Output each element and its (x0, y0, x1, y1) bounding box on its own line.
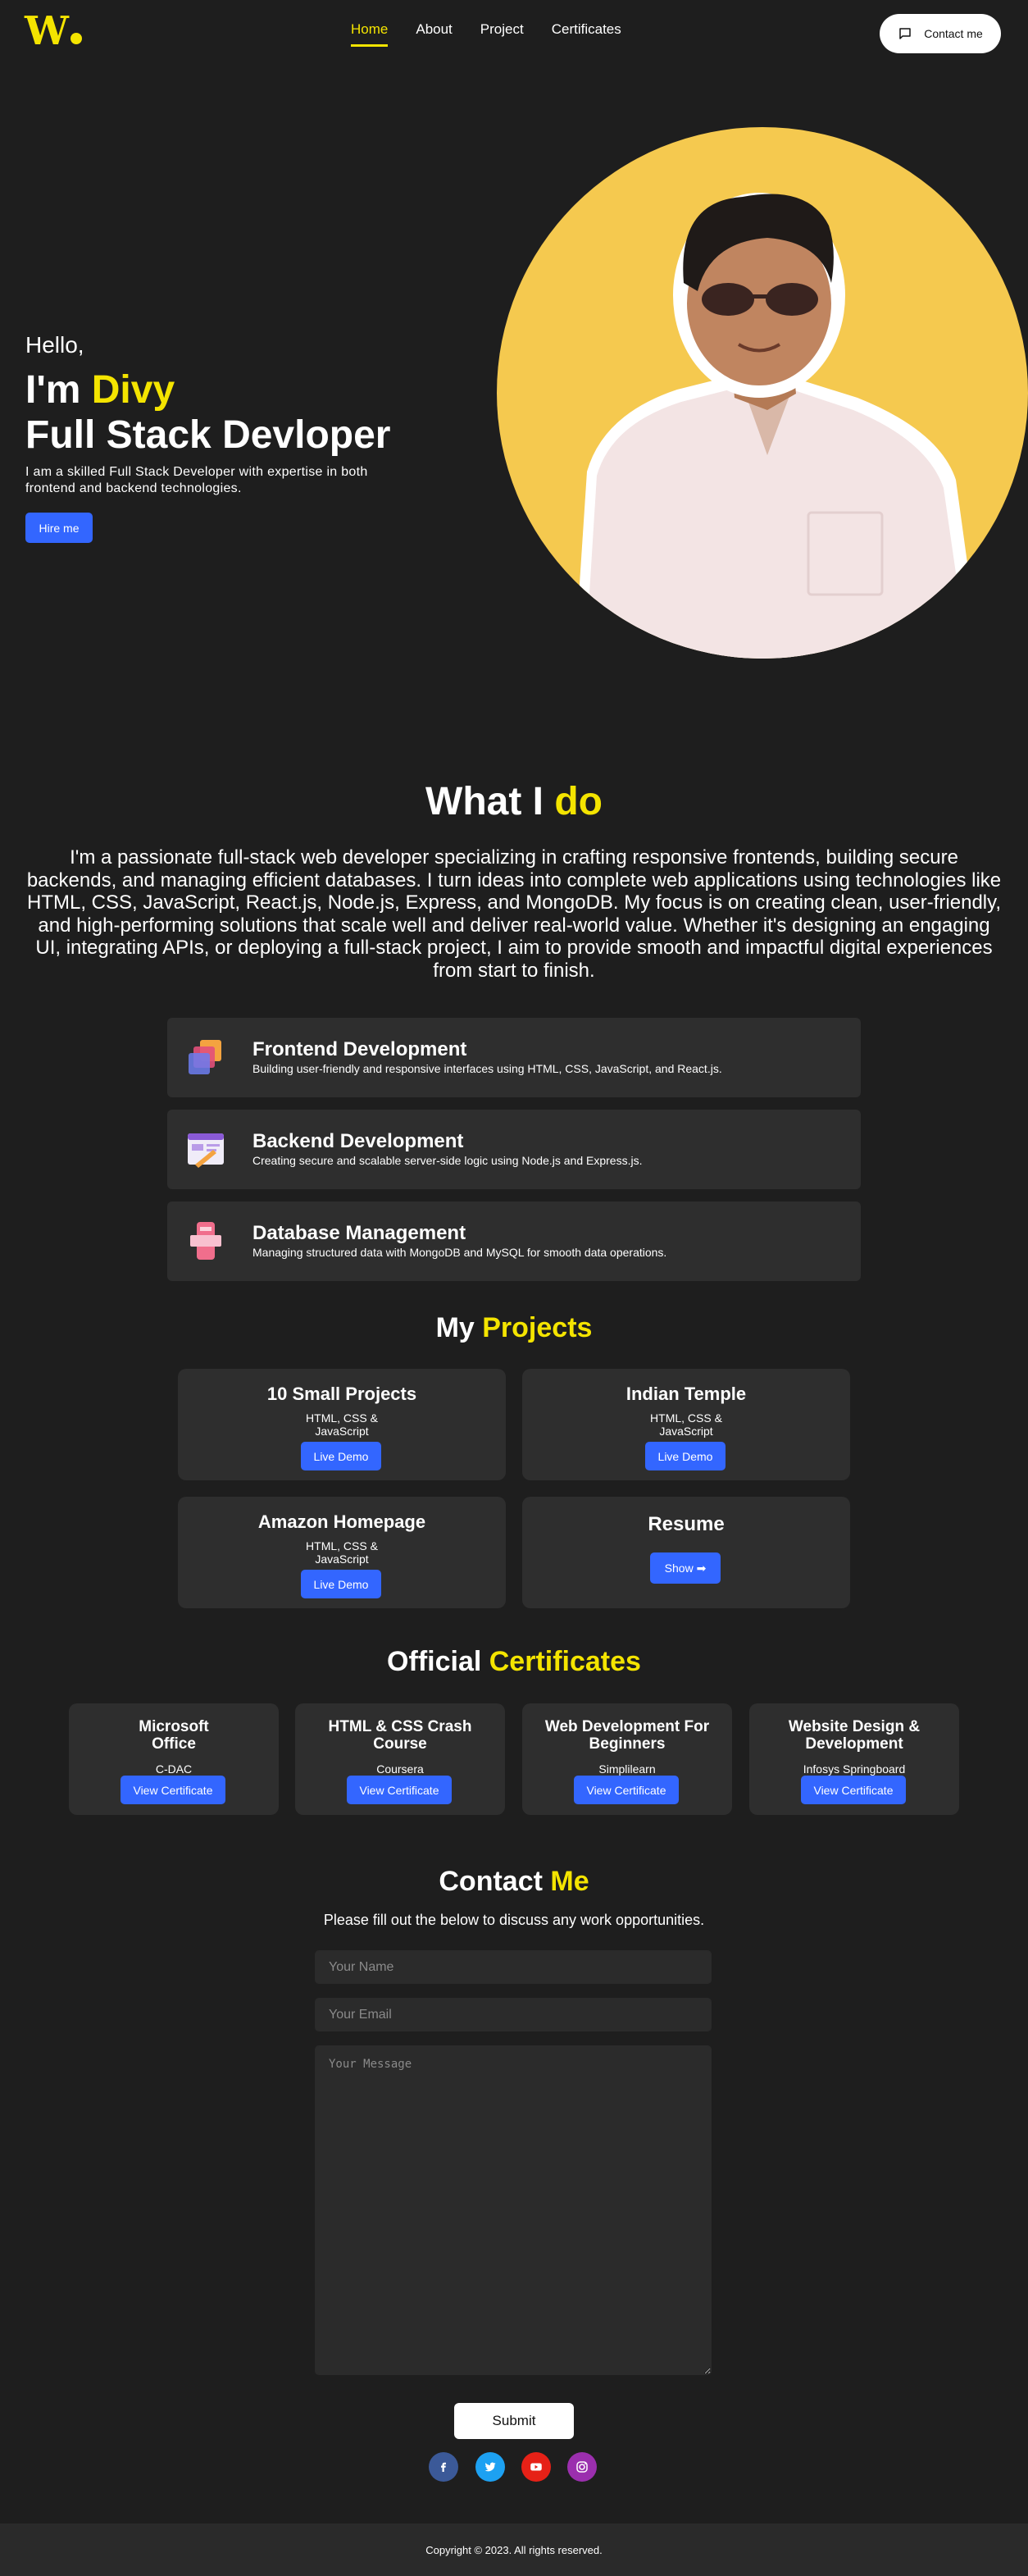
certificate-org: Simplilearn (598, 1762, 656, 1776)
projects-heading-b: Projects (482, 1312, 593, 1343)
projects-heading-a: My (435, 1312, 483, 1343)
certificates-heading-a: Official (387, 1646, 489, 1677)
contact-me-button[interactable]: Contact me (880, 14, 1001, 53)
what-i-do-heading-b: do (554, 780, 603, 823)
logo-dot (70, 33, 82, 44)
hero-name-line: I'm Divy (25, 367, 175, 413)
name-input[interactable] (315, 1950, 712, 1984)
view-certificate-button[interactable]: View Certificate (121, 1776, 225, 1804)
certificate-card: Web Development For Beginners Simplilear… (522, 1703, 732, 1815)
projects-heading: My Projects (0, 1312, 1028, 1344)
hire-me-button[interactable]: Hire me (25, 513, 93, 543)
project-tech: HTML, CSS & JavaScript (306, 1411, 378, 1438)
nav-certificates[interactable]: Certificates (552, 21, 621, 47)
service-title: Database Management (252, 1222, 466, 1244)
project-tech: HTML, CSS & JavaScript (650, 1411, 722, 1438)
certificate-title: Web Development For Beginners (544, 1718, 710, 1753)
hero-greeting: Hello, (25, 332, 84, 358)
hero-intro: I am a skilled Full Stack Developer with… (25, 465, 368, 495)
certificate-card: Microsoft Office C-DAC View Certificate (69, 1703, 279, 1815)
logo[interactable]: W (25, 11, 82, 51)
nav-home[interactable]: Home (351, 21, 389, 47)
certificates-heading: Official Certificates (0, 1646, 1028, 1678)
service-desc: Managing structured data with MongoDB an… (252, 1246, 667, 1259)
view-certificate-button[interactable]: View Certificate (574, 1776, 679, 1804)
project-card: Amazon Homepage HTML, CSS & JavaScript Li… (178, 1497, 506, 1608)
person-illustration (575, 193, 980, 659)
service-desc: Building user-friendly and responsive in… (252, 1062, 722, 1075)
database-icon (190, 1222, 221, 1260)
hero-role: Full Stack Devloper (25, 413, 391, 457)
copyright-text: Copyright © 2023. All rights reserved. (425, 2543, 603, 2556)
view-certificate-button[interactable]: View Certificate (801, 1776, 906, 1804)
chat-icon (899, 28, 911, 39)
hero-im-prefix: I'm (25, 368, 92, 412)
what-i-do-heading: What I do (0, 779, 1028, 824)
about-bio: I'm a passionate full-stack web develope… (26, 846, 1002, 982)
service-desc: Creating secure and scalable server-side… (252, 1154, 643, 1167)
message-input[interactable] (315, 2045, 712, 2375)
nav-about[interactable]: About (416, 21, 452, 47)
youtube-icon[interactable] (521, 2452, 551, 2482)
project-title: Amazon Homepage (257, 1511, 426, 1532)
certificate-title: HTML & CSS Crash Course (328, 1718, 472, 1753)
backend-icon (188, 1133, 224, 1168)
submit-button[interactable]: Submit (454, 2403, 574, 2439)
service-title: Frontend Development (252, 1038, 467, 1060)
certificate-card: Website Design & Development Infosys Spr… (749, 1703, 959, 1815)
certificate-org: Coursera (376, 1762, 424, 1776)
certificate-title: Microsoft Office (139, 1718, 209, 1753)
project-card: Indian Temple HTML, CSS & JavaScript Live… (522, 1369, 850, 1480)
certificates-heading-b: Certificates (489, 1646, 641, 1677)
email-input[interactable] (315, 1998, 712, 2031)
nav-project[interactable]: Project (480, 21, 524, 47)
project-title: Indian Temple (625, 1384, 747, 1404)
facebook-icon[interactable] (429, 2452, 458, 2482)
certificate-title: Website Design & Development (788, 1718, 921, 1753)
main-nav: Home About Project Certificates (351, 21, 649, 47)
service-title: Backend Development (252, 1130, 464, 1152)
what-i-do-heading-a: What I (425, 780, 555, 823)
project-tech: HTML, CSS & JavaScript (306, 1539, 378, 1566)
frontend-icon (189, 1040, 221, 1074)
certificate-org: Infosys Springboard (803, 1762, 906, 1776)
certificate-card: HTML & CSS Crash Course Coursera View Ce… (295, 1703, 505, 1815)
contact-subtitle: Please fill out the below to discuss any… (323, 1912, 705, 1928)
certificate-org: C-DAC (155, 1762, 193, 1776)
project-title: Resume (648, 1513, 725, 1535)
service-card-frontend: Frontend Development Building user-frien… (167, 1018, 861, 1097)
footer: Copyright © 2023. All rights reserved. (0, 2524, 1028, 2576)
twitter-icon[interactable] (475, 2452, 505, 2482)
hero-name: Divy (91, 368, 175, 412)
live-demo-button[interactable]: Live Demo (645, 1442, 726, 1470)
instagram-icon[interactable] (567, 2452, 597, 2482)
resume-show-button[interactable]: Show ➡ (650, 1552, 721, 1584)
contact-heading-b: Me (550, 1866, 589, 1897)
contact-me-label: Contact me (924, 27, 983, 40)
service-card-database: Database Management Managing structured … (167, 1201, 861, 1281)
project-card: 10 Small Projects HTML, CSS & JavaScript … (178, 1369, 506, 1480)
live-demo-button[interactable]: Live Demo (301, 1570, 381, 1598)
contact-heading: Contact Me (0, 1866, 1028, 1898)
live-demo-button[interactable]: Live Demo (301, 1442, 381, 1470)
profile-photo (497, 127, 1028, 659)
view-certificate-button[interactable]: View Certificate (347, 1776, 452, 1804)
contact-heading-a: Contact (439, 1866, 551, 1897)
service-card-backend: Backend Development Creating secure and … (167, 1110, 861, 1189)
project-card-resume: Resume Show ➡ (522, 1497, 850, 1608)
project-title: 10 Small Projects (266, 1384, 417, 1404)
